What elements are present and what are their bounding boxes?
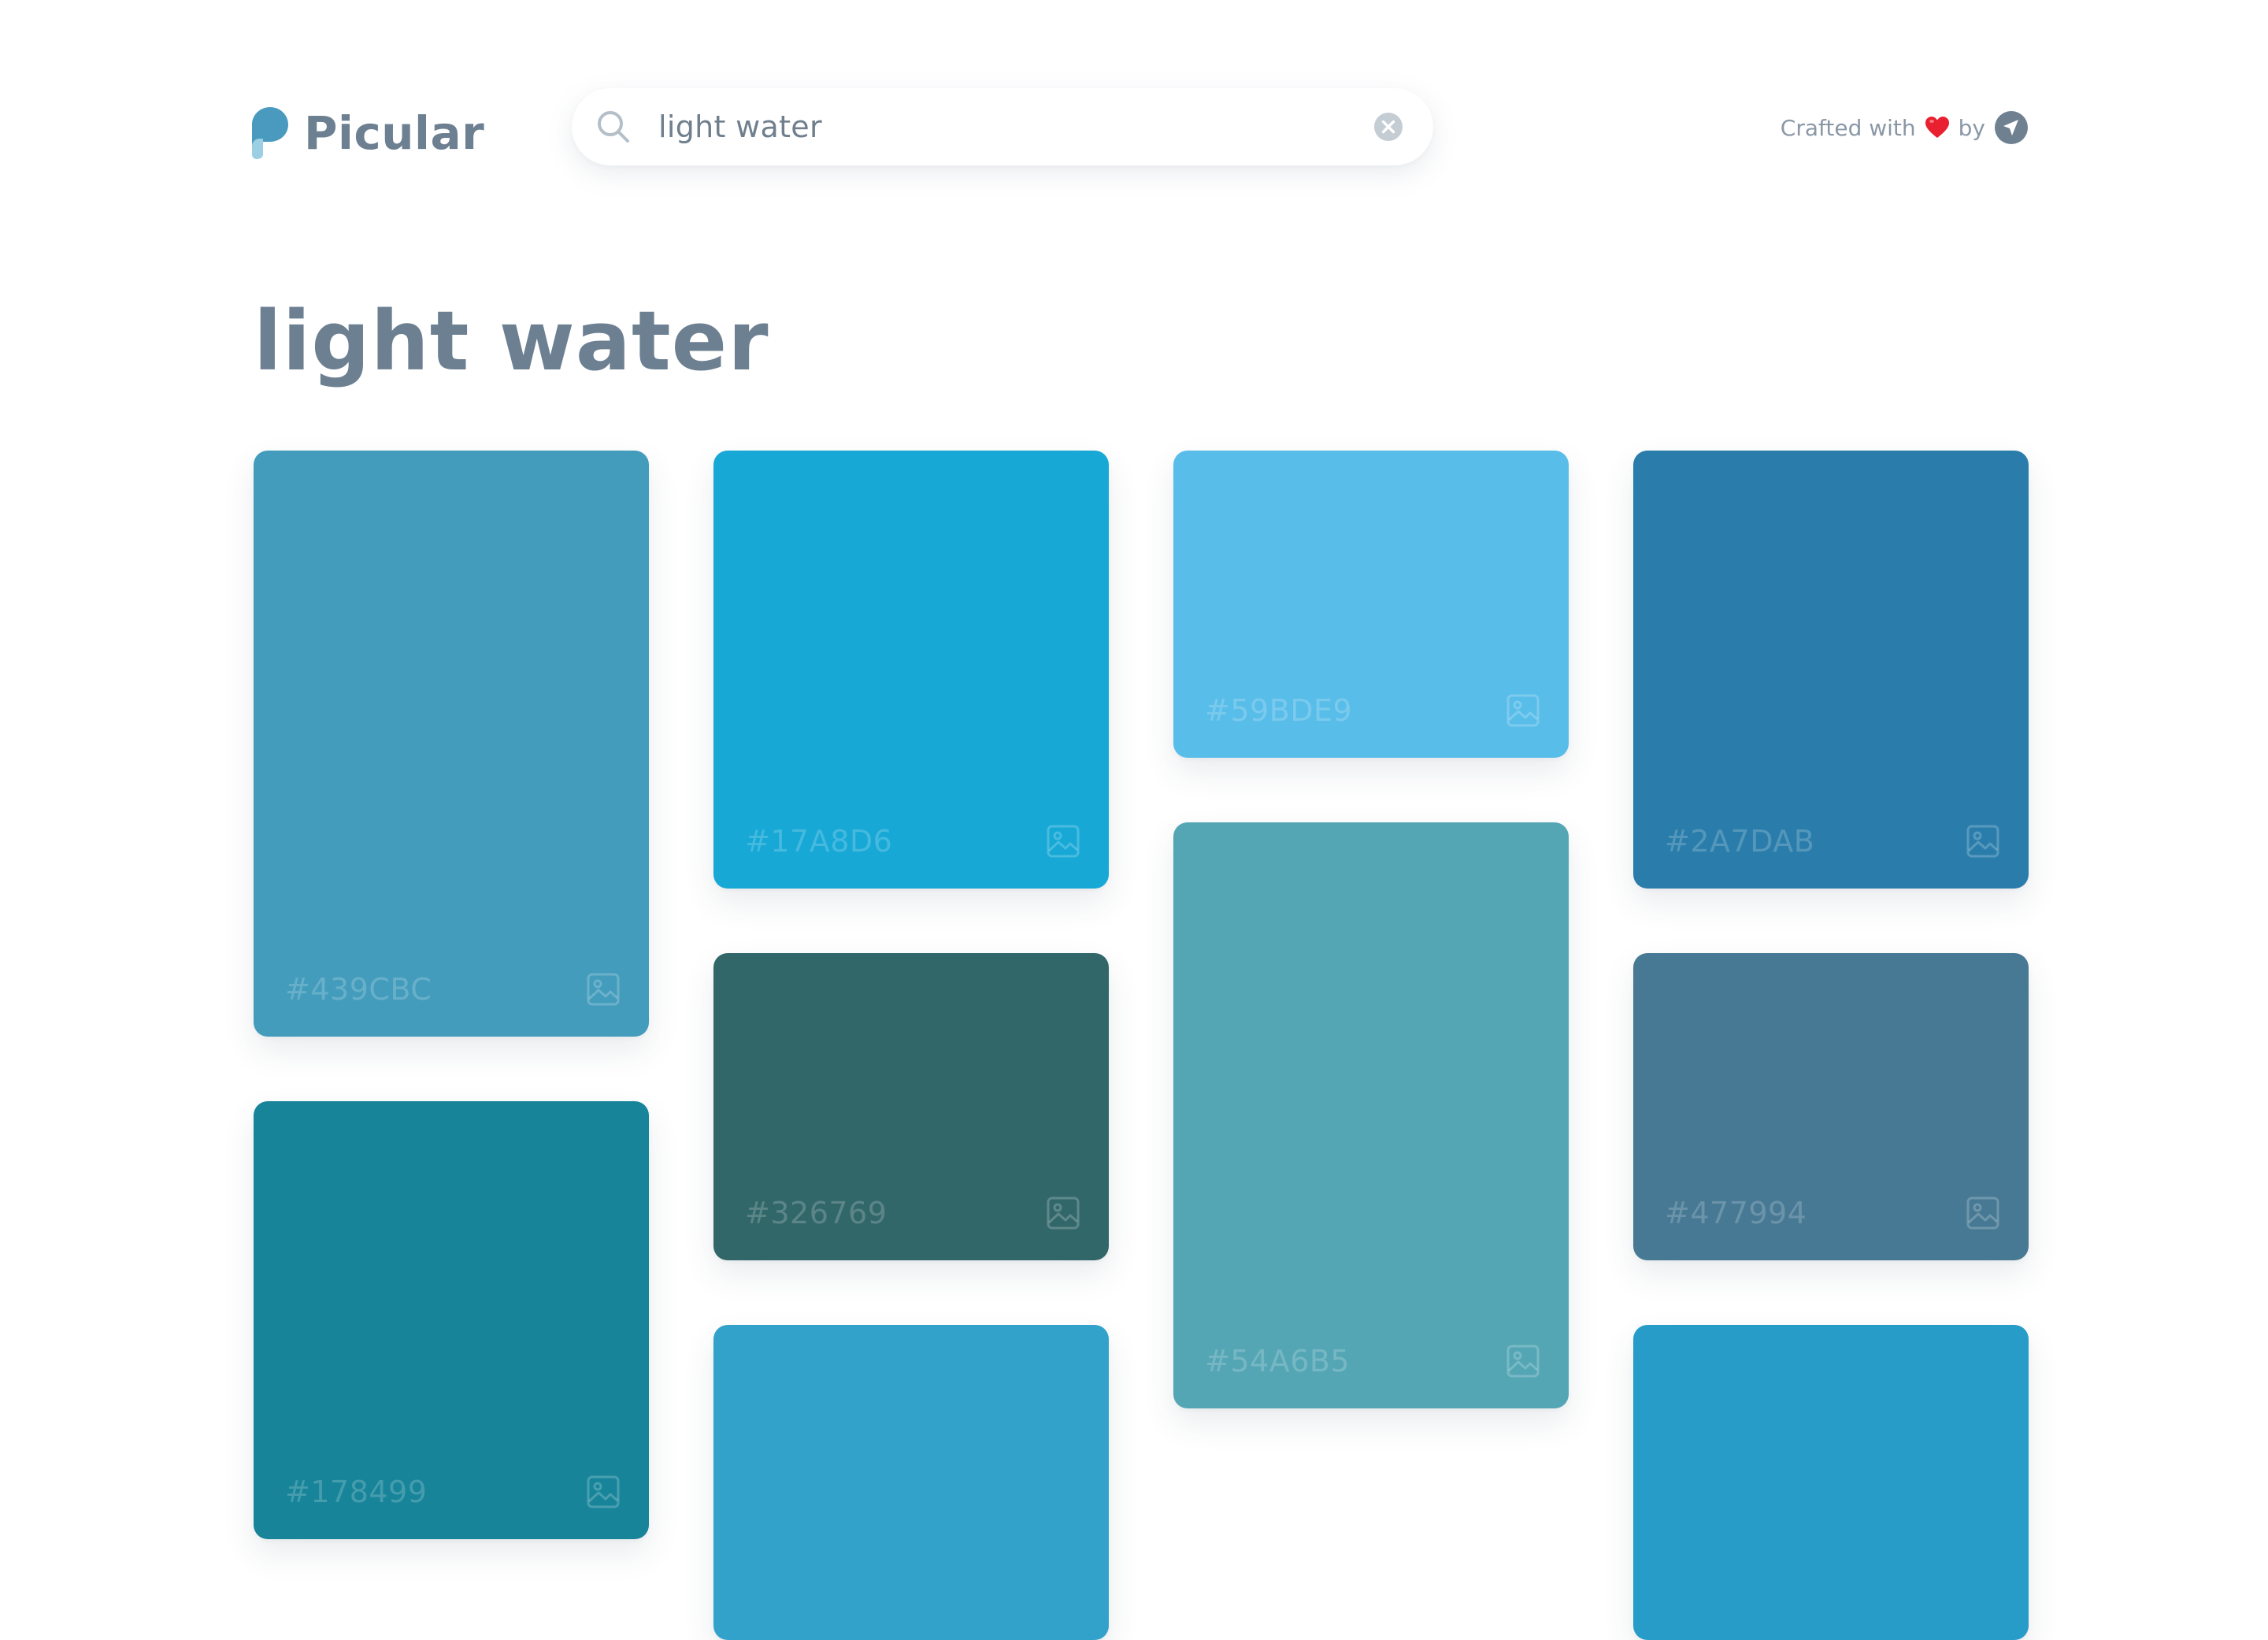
color-swatch[interactable]: #2A7DAB (1633, 451, 2029, 889)
image-icon[interactable] (1506, 1344, 1540, 1378)
color-swatch[interactable]: #17A8D6 (713, 451, 1109, 889)
paper-plane-icon[interactable] (1995, 111, 2028, 144)
image-icon[interactable] (1506, 693, 1540, 728)
search-input[interactable] (658, 104, 1304, 150)
image-icon[interactable] (1966, 824, 2000, 859)
color-swatch[interactable]: #439CBC (254, 451, 649, 1037)
image-icon[interactable] (1966, 1196, 2000, 1230)
credit: Crafted with by (1781, 110, 2028, 145)
credit-text: Crafted with (1780, 114, 1916, 141)
clear-icon[interactable] (1373, 112, 1403, 142)
search-bar[interactable] (572, 88, 1433, 165)
page-title: light water (254, 293, 769, 389)
color-swatch[interactable]: #326769 (713, 953, 1109, 1260)
color-swatch[interactable]: #54A6B5 (1173, 822, 1569, 1408)
color-hex-label: #326769 (745, 1196, 888, 1230)
logo[interactable]: Picular (252, 107, 484, 159)
color-swatch[interactable] (1633, 1325, 2029, 1640)
heart-icon (1925, 117, 1949, 138)
color-hex-label: #439CBC (285, 972, 432, 1007)
color-swatch[interactable]: #178499 (254, 1101, 649, 1539)
search-icon (598, 111, 629, 143)
image-icon[interactable] (586, 1475, 621, 1509)
color-swatch[interactable]: #477994 (1633, 953, 2029, 1260)
color-swatch[interactable]: #59BDE9 (1173, 451, 1569, 758)
droplet-logo-icon (252, 107, 288, 159)
image-icon[interactable] (1046, 1196, 1080, 1230)
color-hex-label: #17A8D6 (745, 824, 893, 859)
image-icon[interactable] (1046, 824, 1080, 859)
color-hex-label: #59BDE9 (1205, 693, 1353, 728)
color-swatch[interactable] (713, 1325, 1109, 1640)
color-hex-label: #477994 (1665, 1196, 1807, 1230)
color-hex-label: #2A7DAB (1665, 824, 1815, 859)
header: Picular Crafted with by (0, 0, 2268, 205)
color-hex-label: #54A6B5 (1205, 1344, 1351, 1378)
color-hex-label: #178499 (285, 1475, 428, 1509)
app-name: Picular (304, 106, 485, 160)
credit-by: by (1958, 114, 1985, 141)
image-icon[interactable] (586, 972, 621, 1007)
